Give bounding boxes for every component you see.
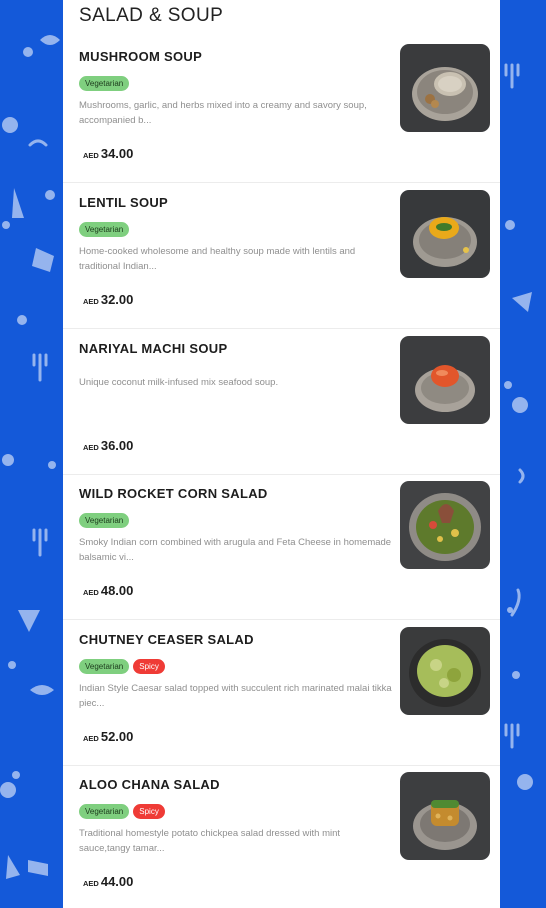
aloo-chana-salad-photo[interactable] (400, 772, 490, 860)
item-name: LENTIL SOUP (79, 195, 169, 210)
vegetarian-tag: Vegetarian (79, 222, 130, 237)
item-name: MUSHROOM SOUP (79, 49, 203, 64)
currency-label: AED (83, 588, 99, 597)
dish-image (400, 336, 490, 424)
nariyal-machi-soup-photo[interactable] (400, 336, 490, 424)
item-price: AED 36.00 (83, 437, 133, 455)
menu-item-mushroom-soup[interactable]: MUSHROOM SOUP Vegetarian Mushrooms, garl… (63, 38, 500, 183)
menu-item-aloo-chana-salad[interactable]: ALOO CHANA SALAD Vegetarian Spicy Tradit… (63, 766, 500, 908)
item-price: AED 34.00 (83, 145, 133, 163)
item-tags: Vegetarian (79, 76, 130, 91)
item-description: Mushrooms, garlic, and herbs mixed into … (79, 100, 367, 126)
menu-item-nariyal-machi-soup[interactable]: NARIYAL MACHI SOUP Unique coconut milk-i… (63, 330, 500, 475)
price-amount: 34.00 (100, 146, 134, 161)
dish-image (400, 627, 490, 715)
vegetarian-tag: Vegetarian (79, 804, 130, 819)
item-price: AED 48.00 (83, 582, 133, 600)
item-price: AED 32.00 (83, 291, 133, 309)
vegetarian-tag: Vegetarian (79, 659, 130, 674)
currency-label: AED (83, 879, 99, 888)
lentil-soup-photo[interactable] (400, 190, 490, 278)
menu-item-lentil-soup[interactable]: LENTIL SOUP Vegetarian Home-cooked whole… (63, 184, 500, 329)
item-name: CHUTNEY CEASER SALAD (79, 632, 254, 647)
currency-label: AED (83, 734, 99, 743)
spicy-tag: Spicy (133, 804, 165, 819)
chutney-ceaser-salad-photo[interactable] (400, 627, 490, 715)
item-description: Smoky Indian corn combined with arugula … (79, 537, 392, 563)
item-tags: Vegetarian (79, 222, 130, 237)
dish-image (400, 44, 490, 132)
dish-image (400, 481, 490, 569)
item-name: ALOO CHANA SALAD (79, 777, 220, 792)
item-name: WILD ROCKET CORN SALAD (79, 486, 268, 501)
item-tags: Vegetarian (79, 513, 130, 528)
vegetarian-tag: Vegetarian (79, 76, 130, 91)
item-price: AED 44.00 (83, 873, 133, 891)
item-tags: Vegetarian Spicy (79, 804, 165, 819)
vegetarian-tag: Vegetarian (79, 513, 130, 528)
item-description: Indian Style Caesar salad topped with su… (79, 683, 392, 709)
price-amount: 36.00 (100, 438, 134, 453)
menu-panel: SALAD & SOUP MUSHROOM SOUP Vegetarian Mu… (63, 0, 500, 908)
item-description: Traditional homestyle potato chickpea sa… (79, 828, 341, 854)
item-description: Home-cooked wholesome and healthy soup m… (79, 246, 356, 272)
section-title: SALAD & SOUP (79, 5, 224, 26)
price-amount: 44.00 (100, 874, 134, 889)
wild-rocket-corn-salad-photo[interactable] (400, 481, 490, 569)
price-amount: 32.00 (100, 292, 134, 307)
item-price: AED 52.00 (83, 728, 133, 746)
mushroom-soup-photo[interactable] (400, 44, 490, 132)
item-name: NARIYAL MACHI SOUP (79, 341, 228, 356)
spicy-tag: Spicy (133, 659, 165, 674)
dish-image (400, 190, 490, 278)
item-tags: Vegetarian Spicy (79, 659, 165, 674)
currency-label: AED (83, 151, 99, 160)
currency-label: AED (83, 297, 99, 306)
currency-label: AED (83, 443, 99, 452)
item-description: Unique coconut milk-infused mix seafood … (79, 377, 279, 388)
price-amount: 52.00 (100, 729, 134, 744)
menu-item-chutney-ceaser-salad[interactable]: CHUTNEY CEASER SALAD Vegetarian Spicy In… (63, 621, 500, 766)
dish-image (400, 772, 490, 860)
price-amount: 48.00 (100, 583, 134, 598)
menu-item-wild-rocket-corn-salad[interactable]: WILD ROCKET CORN SALAD Vegetarian Smoky … (63, 475, 500, 620)
